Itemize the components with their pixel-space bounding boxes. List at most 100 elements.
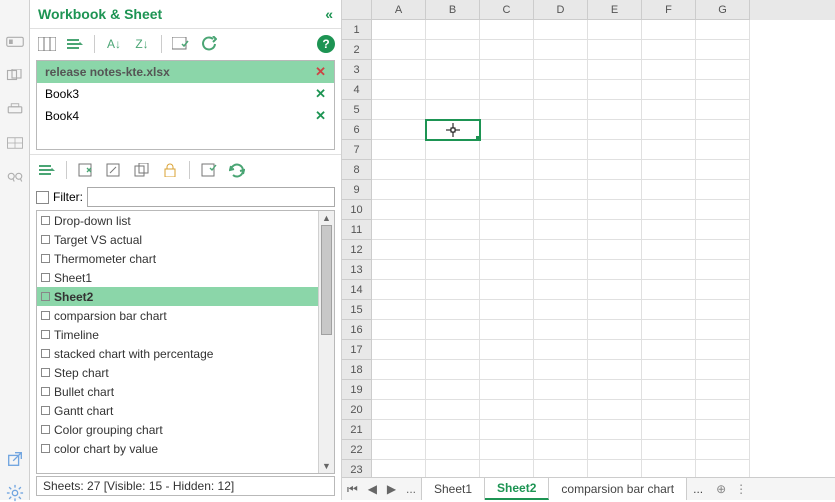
cell[interactable]	[372, 420, 426, 440]
cell[interactable]	[480, 260, 534, 280]
cell[interactable]	[588, 100, 642, 120]
cell[interactable]	[372, 200, 426, 220]
options-icon[interactable]	[170, 33, 192, 55]
cell[interactable]	[588, 420, 642, 440]
sheet-item[interactable]: Target VS actual	[37, 230, 318, 249]
grid-body[interactable]: 1234567891011121314151617181920212223	[342, 20, 835, 477]
grid-icon[interactable]	[6, 137, 24, 153]
cell[interactable]	[642, 20, 696, 40]
cell[interactable]	[426, 20, 480, 40]
cell[interactable]	[426, 260, 480, 280]
row-header[interactable]: 16	[342, 320, 372, 340]
column-header[interactable]: A	[372, 0, 426, 20]
row-header[interactable]: 9	[342, 180, 372, 200]
cell[interactable]	[372, 280, 426, 300]
cell[interactable]	[372, 140, 426, 160]
sheet-item[interactable]: stacked chart with percentage	[37, 344, 318, 363]
cell[interactable]	[534, 280, 588, 300]
cell[interactable]	[588, 440, 642, 460]
sheet-checkbox[interactable]	[41, 273, 50, 282]
sheet-item[interactable]: comparsion bar chart	[37, 306, 318, 325]
row-header[interactable]: 13	[342, 260, 372, 280]
cell[interactable]	[696, 20, 750, 40]
sheet-item[interactable]: Step chart	[37, 363, 318, 382]
row-header[interactable]: 5	[342, 100, 372, 120]
cell[interactable]	[372, 120, 426, 140]
cell[interactable]	[642, 400, 696, 420]
cell[interactable]	[426, 200, 480, 220]
cell[interactable]	[696, 220, 750, 240]
cell[interactable]	[642, 340, 696, 360]
cell[interactable]	[588, 140, 642, 160]
cell[interactable]	[534, 420, 588, 440]
cell[interactable]	[642, 140, 696, 160]
sheet-checkbox[interactable]	[41, 368, 50, 377]
cell[interactable]	[480, 420, 534, 440]
sheet-checkbox[interactable]	[41, 387, 50, 396]
cell[interactable]	[426, 160, 480, 180]
cell[interactable]	[426, 140, 480, 160]
close-icon[interactable]: ✕	[315, 64, 326, 80]
view-menu-icon[interactable]	[64, 33, 86, 55]
cell[interactable]	[642, 120, 696, 140]
sheet-checkbox[interactable]	[41, 292, 50, 301]
cell[interactable]	[588, 300, 642, 320]
add-sheet-icon[interactable]: ⊕	[709, 478, 733, 500]
cell[interactable]	[588, 60, 642, 80]
cell[interactable]	[588, 40, 642, 60]
column-header[interactable]: C	[480, 0, 534, 20]
filter-sheets-icon[interactable]	[198, 159, 220, 181]
cell[interactable]	[534, 260, 588, 280]
cell[interactable]	[372, 320, 426, 340]
sheet-item[interactable]: Timeline	[37, 325, 318, 344]
cell[interactable]	[588, 400, 642, 420]
cell[interactable]	[372, 240, 426, 260]
cell[interactable]	[534, 360, 588, 380]
column-header[interactable]: F	[642, 0, 696, 20]
column-header[interactable]: E	[588, 0, 642, 20]
cell[interactable]	[372, 400, 426, 420]
cell[interactable]	[696, 420, 750, 440]
cell[interactable]	[696, 120, 750, 140]
sheet-item[interactable]: Gantt chart	[37, 401, 318, 420]
cell[interactable]	[426, 100, 480, 120]
cell[interactable]	[696, 260, 750, 280]
row-header[interactable]: 7	[342, 140, 372, 160]
cell[interactable]	[372, 440, 426, 460]
cell[interactable]	[642, 200, 696, 220]
sheet-checkbox[interactable]	[41, 425, 50, 434]
row-header[interactable]: 6	[342, 120, 372, 140]
cell[interactable]	[696, 60, 750, 80]
cell[interactable]	[480, 380, 534, 400]
row-header[interactable]: 8	[342, 160, 372, 180]
cell[interactable]	[480, 80, 534, 100]
cell[interactable]	[696, 360, 750, 380]
cell[interactable]	[372, 80, 426, 100]
cell[interactable]	[534, 240, 588, 260]
cell[interactable]	[588, 460, 642, 477]
cell[interactable]	[642, 160, 696, 180]
row-header[interactable]: 2	[342, 40, 372, 60]
cell[interactable]	[372, 180, 426, 200]
cell[interactable]	[588, 240, 642, 260]
column-header[interactable]: B	[426, 0, 480, 20]
collapse-panel-icon[interactable]: «	[325, 6, 333, 22]
row-header[interactable]: 1	[342, 20, 372, 40]
cell[interactable]	[372, 360, 426, 380]
cell[interactable]	[534, 80, 588, 100]
cell[interactable]	[426, 380, 480, 400]
sheet-item[interactable]: Thermometer chart	[37, 249, 318, 268]
cell[interactable]	[480, 140, 534, 160]
cell[interactable]	[480, 40, 534, 60]
scroll-down-icon[interactable]: ▼	[319, 459, 334, 473]
cell[interactable]	[480, 200, 534, 220]
cell[interactable]	[426, 340, 480, 360]
cell[interactable]	[426, 120, 480, 140]
sheet-checkbox[interactable]	[41, 311, 50, 320]
cell[interactable]	[372, 300, 426, 320]
cell[interactable]	[372, 380, 426, 400]
cell[interactable]	[372, 460, 426, 477]
row-header[interactable]: 4	[342, 80, 372, 100]
scroll-up-icon[interactable]: ▲	[319, 211, 334, 225]
sheet-menu-icon[interactable]	[36, 159, 58, 181]
